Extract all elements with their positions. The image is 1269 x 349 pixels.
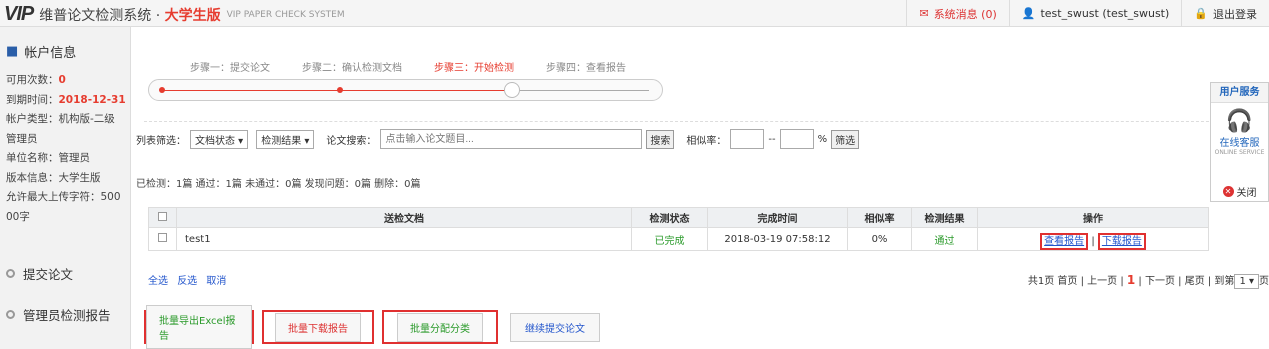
step-progress-bar [148,79,663,101]
search-button[interactable]: 搜索 [646,129,675,149]
col-similarity: 相似率 [847,207,912,228]
step-3: 步骤三：开始检测 [434,63,514,74]
progress-knob [504,82,520,98]
close-service-button[interactable]: ✕ 关闭 [1211,184,1268,199]
selection-links: 全选 反选 取消 [148,272,232,287]
batch-actions: 批量导出Excel报告 批量下载报告 批量分配分类 继续提交论文 [144,305,600,349]
time-cell: 2018-03-19 07:58:12 [707,227,848,251]
filter-bar: 列表筛选： 文档状态 ▾ 检测结果 ▾ 论文搜索： 搜索 相似率： -- % 筛… [136,129,860,149]
detection-stats: 已检测：1篇 通过：1篇 未通过：0篇 发现问题：0篇 删除：0篇 [136,179,421,190]
user-service-widget: 用户服务 🎧 在线客服 ONLINE SERVICE ✕ 关闭 [1210,82,1269,202]
logo: VIP 维普论文检测系统 · 大学生版 VIP PAPER CHECK SYST… [4,3,345,26]
logout-link[interactable]: 🔒 退出登录 [1181,0,1269,27]
monitor-icon: ■ [6,44,19,59]
app-title: 维普论文检测系统 · [39,7,165,24]
cancel-selection-link[interactable]: 取消 [206,276,226,287]
select-all-link[interactable]: 全选 [148,276,168,287]
edition-label: 大学生版 [164,7,221,24]
col-document: 送检文档 [176,207,632,228]
online-service-link[interactable]: 在线客服 [1211,134,1268,149]
account-info-heading: ■ 帐户信息 [6,44,77,61]
view-report-link[interactable]: 查看报告 [1040,232,1089,250]
similarity-min-input[interactable] [730,129,765,149]
actions-cell: 查看报告 | 下载报告 [977,227,1209,251]
top-bar: VIP 维普论文检测系统 · 大学生版 VIP PAPER CHECK SYST… [0,0,1269,27]
vip-logo: VIP [4,3,34,25]
similarity-max-input[interactable] [779,129,814,149]
step-2: 步骤二：确认检测文档 [302,63,402,74]
doc-status-select[interactable]: 文档状态 ▾ [190,129,249,149]
step-4: 步骤四：查看报告 [546,63,626,74]
report-table: 送检文档 检测状态 完成时间 相似率 检测结果 操作 test1 已完成 201… [148,207,1209,251]
col-time: 完成时间 [707,207,848,228]
circle-icon [6,310,15,319]
similarity-cell: 0% [847,227,912,251]
main-content: 步骤一：提交论文 步骤二：确认检测文档 步骤三：开始检测 步骤四：查看报告 列表… [132,27,1269,349]
sidebar-item-admin-report[interactable]: 管理员检测报告 [6,305,111,324]
batch-download-button[interactable]: 批量下载报告 [262,310,374,344]
sidebar-item-submit[interactable]: 提交论文 [6,264,73,283]
pagination: 共1页 首页 | 上一页 | 1 | 下一页 | 尾页 | 到第 1 ▾ 页 [1027,273,1269,289]
status-cell: 已完成 [631,227,708,251]
result-select[interactable]: 检测结果 ▾ [256,129,315,149]
page-select[interactable]: 1 ▾ [1234,274,1259,289]
sidebar: ■ 帐户信息 可用次数：0 到期时间：2018-12-31 帐户类型：机构版-二级… [0,27,131,349]
account-info: 可用次数：0 到期时间：2018-12-31 帐户类型：机构版-二级 管理员 单… [6,74,126,223]
messages-link[interactable]: ✉ 系统消息 (0) [906,0,1008,27]
step-1: 步骤一：提交论文 [190,63,270,74]
result-cell: 通过 [911,227,978,251]
current-page: 1 [1126,273,1136,287]
close-icon: ✕ [1222,186,1234,197]
export-excel-button[interactable]: 批量导出Excel报告 [144,305,254,349]
app-subtitle: VIP PAPER CHECK SYSTEM [226,9,345,20]
doc-name: test1 [176,227,632,251]
col-actions: 操作 [977,207,1209,228]
user-menu[interactable]: 👤 test_swust (test_swust) [1008,0,1182,27]
mail-icon: ✉ [919,7,929,20]
table-row: test1 已完成 2018-03-19 07:58:12 0% 通过 查看报告… [148,227,1209,251]
col-status: 检测状态 [631,207,708,228]
continue-submit-button[interactable]: 继续提交论文 [510,310,600,344]
batch-assign-button[interactable]: 批量分配分类 [382,310,498,344]
search-input[interactable] [380,129,643,149]
filter-button[interactable]: 筛选 [831,129,860,149]
lock-icon: 🔒 [1194,7,1208,20]
invert-selection-link[interactable]: 反选 [177,276,197,287]
select-all-checkbox[interactable] [158,211,167,221]
download-report-link[interactable]: 下载报告 [1097,232,1146,250]
circle-icon [6,269,15,278]
step-labels: 步骤一：提交论文 步骤二：确认检测文档 步骤三：开始检测 步骤四：查看报告 [190,59,658,74]
col-result: 检测结果 [911,207,978,228]
row-checkbox[interactable] [158,233,167,242]
service-title: 用户服务 [1211,83,1268,103]
user-icon: 👤 [1021,7,1036,20]
headset-icon: 🎧 [1225,109,1254,134]
